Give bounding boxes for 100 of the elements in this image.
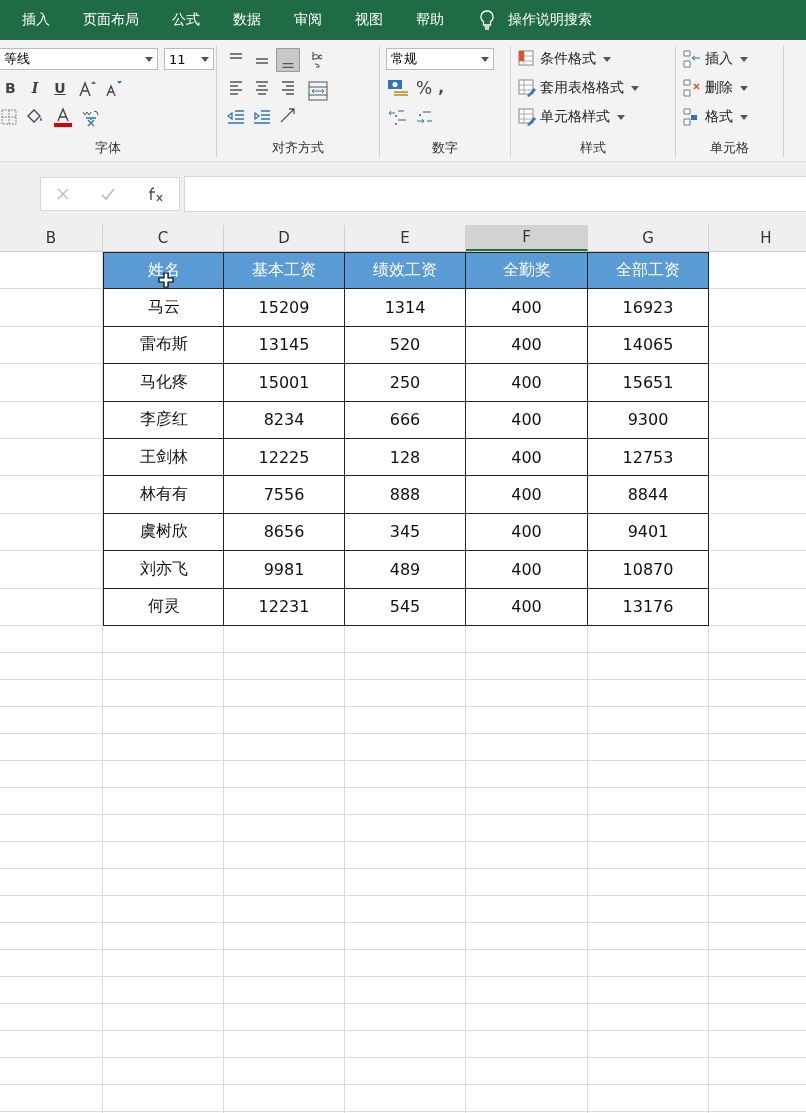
group-label: 数字 — [431, 139, 459, 157]
ribbon-tab[interactable]: 公式 — [172, 11, 200, 29]
group-label: 单元格 — [709, 139, 750, 157]
table-cell: 400 — [466, 401, 588, 439]
currency-icon[interactable] — [386, 78, 410, 98]
ribbon-tab[interactable]: 数据 — [233, 11, 261, 29]
table-cell: 15001 — [224, 364, 345, 402]
column-header[interactable]: D — [224, 225, 345, 251]
alignment-icon[interactable] — [276, 48, 300, 72]
phonetic-guide-icon[interactable] — [80, 107, 102, 127]
group-label: 对齐方式 — [271, 139, 325, 157]
table-cell: 13145 — [224, 326, 345, 365]
table-cell: 9981 — [224, 551, 345, 589]
table-cell: 400 — [466, 438, 588, 477]
column-header[interactable]: C — [103, 225, 224, 251]
table-cell: 刘亦飞 — [103, 551, 224, 589]
cells-button[interactable]: 插入 — [682, 49, 748, 69]
column-header[interactable]: F — [466, 225, 588, 251]
tell-me-search[interactable]: 操作说明搜索 — [508, 11, 592, 29]
table-cell: 12231 — [224, 588, 345, 626]
table-cell: 雷布斯 — [103, 326, 224, 365]
table-cell: 7556 — [224, 476, 345, 514]
percent-style-button[interactable]: % — [416, 78, 433, 98]
table-cell: 王剑林 — [103, 438, 224, 477]
table-cell: 林有有 — [103, 476, 224, 514]
comma-style-button[interactable]: , — [438, 79, 444, 97]
table-cell: 400 — [466, 289, 588, 327]
caret-icon — [631, 85, 639, 91]
table-cell: 马化疼 — [103, 364, 224, 402]
header-cell: 绩效工资 — [345, 252, 466, 290]
merge-center-icon[interactable] — [307, 80, 329, 102]
formula-input[interactable] — [184, 175, 806, 212]
header-cell: 全部工资 — [588, 252, 709, 290]
group-label: 样式 — [579, 139, 607, 157]
ribbon-tab[interactable]: 页面布局 — [83, 11, 139, 29]
table-cell: 何灵 — [103, 588, 224, 626]
table-cell: 400 — [466, 326, 588, 365]
cells-button[interactable]: 格式 — [682, 107, 748, 127]
table-cell: 666 — [345, 401, 466, 439]
table-cell: 虞树欣 — [103, 513, 224, 552]
column-header[interactable]: G — [588, 225, 709, 251]
table-cell: 9401 — [588, 513, 709, 552]
styles-button[interactable]: 套用表格格式 — [517, 78, 639, 98]
cancel-icon[interactable] — [56, 186, 70, 201]
table-cell: 马云 — [103, 289, 224, 327]
caret-icon — [740, 114, 748, 120]
font-color-icon[interactable] — [52, 107, 74, 127]
column-header[interactable]: H — [709, 225, 806, 251]
caret-icon — [740, 85, 748, 91]
insert-cells-icon — [682, 49, 702, 69]
caret-icon — [740, 56, 748, 62]
table-cell: 128 — [345, 438, 466, 477]
table-cell: 888 — [345, 476, 466, 514]
caret-icon — [145, 56, 153, 62]
table-cell: 16923 — [588, 289, 709, 327]
caret-icon — [617, 114, 625, 120]
table-cell: 250 — [345, 364, 466, 402]
format-button[interactable]: I — [26, 80, 44, 96]
enter-icon[interactable] — [100, 186, 116, 201]
number-format-dropdown[interactable]: 常规 — [386, 48, 494, 70]
styles-button[interactable]: 条件格式 — [517, 49, 611, 69]
caret-icon — [481, 56, 489, 62]
caret-icon — [201, 56, 209, 62]
header-cell: 全勤奖 — [466, 252, 588, 290]
table-cell: 9300 — [588, 401, 709, 439]
table-cell: 12225 — [224, 438, 345, 477]
increase-decimal-icon[interactable] — [386, 107, 408, 127]
table-cell: 15209 — [224, 289, 345, 327]
table-cell: 李彦红 — [103, 401, 224, 439]
delete-cells-icon — [682, 78, 702, 98]
table-cell: 8234 — [224, 401, 345, 439]
header-cell: 基本工资 — [224, 252, 345, 290]
ribbon-tab[interactable]: 插入 — [22, 11, 50, 29]
table-cell: 400 — [466, 588, 588, 626]
table-cell: 489 — [345, 551, 466, 589]
cells-button[interactable]: 删除 — [682, 78, 748, 98]
format-button[interactable]: U — [49, 80, 71, 96]
table-cell: 8844 — [588, 476, 709, 514]
table-cell: 400 — [466, 551, 588, 589]
caret-icon — [603, 56, 611, 62]
table-cell: 400 — [466, 513, 588, 552]
table-cell: 15651 — [588, 364, 709, 402]
table-cell: 13176 — [588, 588, 709, 626]
format-button[interactable]: B — [0, 80, 21, 96]
column-header[interactable]: B — [0, 225, 103, 251]
font-size-dropdown[interactable]: 11 — [164, 48, 214, 70]
styles-button[interactable]: 单元格样式 — [517, 107, 625, 127]
ribbon-tab[interactable]: 帮助 — [416, 11, 444, 29]
conditional-format-icon — [517, 49, 537, 69]
insert-function-icon[interactable] — [146, 185, 164, 202]
font-name-dropdown[interactable]: 等线 — [0, 48, 158, 70]
table-cell: 400 — [466, 476, 588, 514]
table-cell: 400 — [466, 364, 588, 402]
lightbulb-icon — [480, 10, 494, 30]
table-cell: 14065 — [588, 326, 709, 365]
grow-font-icon[interactable] — [76, 79, 97, 97]
borders-icon[interactable] — [0, 108, 18, 126]
ribbon-tab[interactable]: 视图 — [355, 11, 383, 29]
table-cell: 8656 — [224, 513, 345, 552]
ribbon-tab[interactable]: 审阅 — [294, 11, 322, 29]
